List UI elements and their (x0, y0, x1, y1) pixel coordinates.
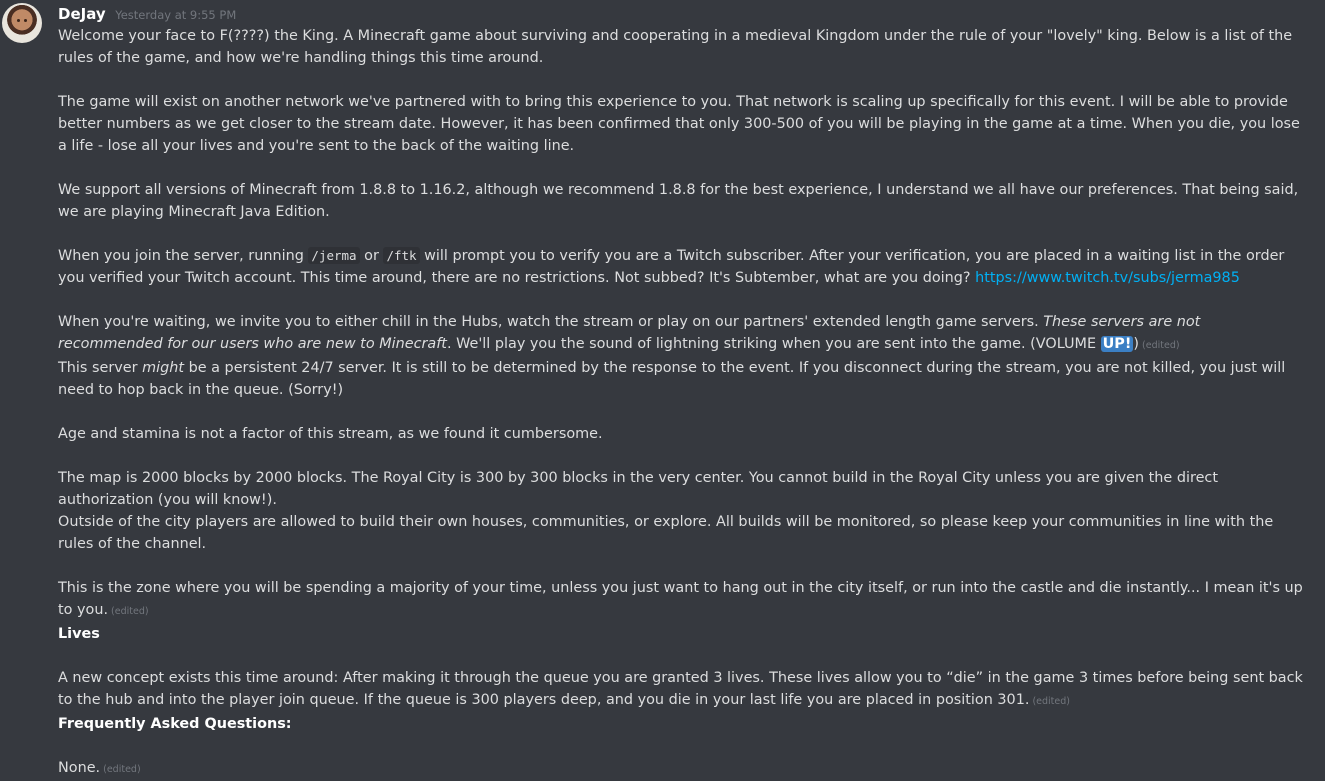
text-span: This is the zone where you will be spend… (58, 580, 1308, 618)
message-timestamp: Yesterday at 9:55 PM (115, 8, 237, 22)
paragraph-versions: We support all versions of Minecraft fro… (58, 182, 1303, 220)
text-span: be a persistent 24/7 server. It is still… (58, 360, 1290, 398)
command-jerma: /jerma (308, 247, 360, 264)
text-span: A new concept exists this time around: A… (58, 670, 1308, 708)
bold-heading: Lives (58, 626, 100, 642)
message-body: Welcome your face to F(????) the King. A… (58, 25, 1309, 781)
text-span: None. (58, 760, 101, 776)
paragraph-intro: Welcome your face to F(????) the King. A… (58, 28, 1297, 66)
volume-up-highlight: UP! (1100, 336, 1134, 352)
paragraph-age-stamina: Age and stamina is not a factor of this … (58, 426, 603, 442)
paragraph-waiting: When you're waiting, we invite you to ei… (58, 311, 1309, 357)
paragraph-lives: A new concept exists this time around: A… (58, 667, 1309, 713)
paragraph-network: The game will exist on another network w… (58, 94, 1305, 154)
twitch-subs-link[interactable]: https://www.twitch.tv/subs/jerma985 (975, 270, 1240, 286)
italic-might: might (142, 360, 185, 376)
paragraph-faq-none: None. (edited) (58, 757, 1309, 781)
text-span: This server (58, 360, 143, 376)
lives-heading: Lives (58, 623, 1309, 645)
paragraph-join: When you join the server, running /jerma… (58, 245, 1309, 289)
text-span: When you join the server, running (58, 248, 309, 264)
command-ftk: /ftk (383, 247, 420, 264)
text-span: . We'll play you the sound of lightning … (446, 336, 1101, 352)
username[interactable]: DeJay (58, 5, 106, 23)
paragraph-map: The map is 2000 blocks by 2000 blocks. T… (58, 470, 1223, 508)
user-avatar[interactable] (2, 3, 42, 43)
edited-tag: (edited) (103, 764, 141, 775)
chat-message: DeJay Yesterday at 9:55 PM Welcome your … (0, 0, 1325, 781)
paragraph-persistent: This server might be a persistent 24/7 s… (58, 357, 1309, 401)
bold-heading: Frequently Asked Questions: (58, 716, 292, 732)
text-span: or (359, 248, 384, 264)
message-header: DeJay Yesterday at 9:55 PM (58, 3, 1309, 25)
edited-tag: (edited) (111, 606, 149, 617)
text-span: ) (1133, 336, 1140, 352)
edited-tag: (edited) (1142, 340, 1180, 351)
edited-tag: (edited) (1032, 696, 1070, 707)
paragraph-outside-city: Outside of the city players are allowed … (58, 514, 1278, 552)
faq-heading: Frequently Asked Questions: (58, 713, 1309, 735)
paragraph-zone: This is the zone where you will be spend… (58, 577, 1309, 623)
text-span: When you're waiting, we invite you to ei… (58, 314, 1044, 330)
